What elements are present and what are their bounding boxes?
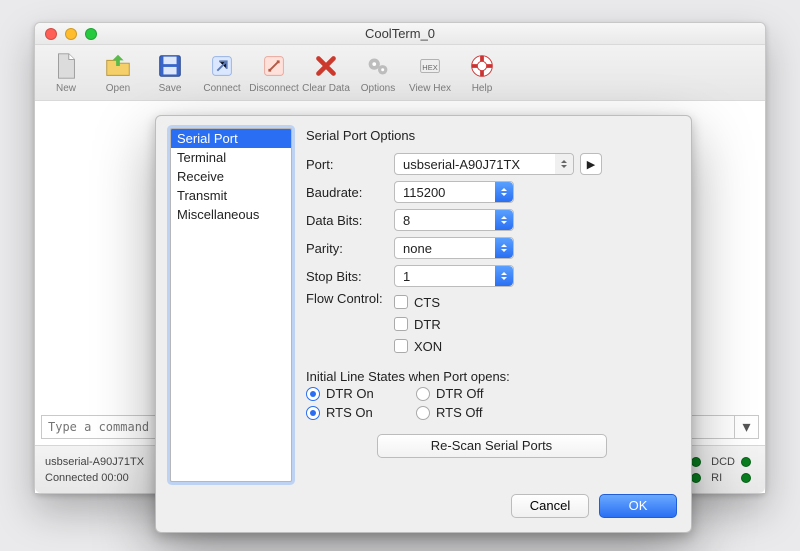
toolbar-label: Disconnect [249,83,299,94]
toolbar-clear-data[interactable]: Clear Data [301,49,351,94]
toolbar-label: Clear Data [301,83,351,94]
line-states-heading: Initial Line States when Port opens: [306,369,677,384]
stopbits-label: Stop Bits: [306,269,394,284]
led-dtr [691,457,701,467]
category-transmit[interactable]: Transmit [171,186,291,205]
led-label: RI [711,472,735,484]
category-miscellaneous[interactable]: Miscellaneous [171,205,291,224]
led-label: DCD [711,456,735,468]
dtr-on-radio[interactable]: DTR On [306,386,416,401]
lifebuoy-icon [457,49,507,83]
options-category-list[interactable]: Serial Port Terminal Receive Transmit Mi… [170,128,292,482]
databits-select[interactable]: 8 [394,209,514,231]
toolbar-label: Options [353,83,403,94]
radio-icon [306,387,320,401]
gears-icon [353,49,403,83]
updown-icon [495,182,513,202]
stopbits-select[interactable]: 1 [394,265,514,287]
updown-icon [495,238,513,258]
triangle-right-icon: ▶ [587,158,595,171]
hex-icon: HEX [405,49,455,83]
svg-text:HEX: HEX [422,63,437,72]
folder-open-icon [93,49,143,83]
cancel-button[interactable]: Cancel [511,494,589,518]
toolbar-connect[interactable]: Connect [197,49,247,94]
titlebar: CoolTerm_0 [35,23,765,45]
port-select[interactable]: usbserial-A90J71TX [394,153,574,175]
toolbar-view-hex[interactable]: HEX View Hex [405,49,455,94]
flow-dtr-checkbox[interactable]: DTR [394,313,442,335]
rts-off-radio[interactable]: RTS Off [416,405,526,420]
parity-label: Parity: [306,241,394,256]
radio-icon [416,406,430,420]
baudrate-label: Baudrate: [306,185,394,200]
toolbar-label: View Hex [405,83,455,94]
toolbar-save[interactable]: Save [145,49,195,94]
checkbox-icon [394,317,408,331]
category-receive[interactable]: Receive [171,167,291,186]
flow-cts-checkbox[interactable]: CTS [394,291,442,313]
flow-xon-checkbox[interactable]: XON [394,335,442,357]
toolbar-label: Help [457,83,507,94]
chevron-down-icon: ▾ [742,417,750,437]
rts-on-radio[interactable]: RTS On [306,405,416,420]
plug-connect-icon [197,49,247,83]
updown-icon [555,154,573,174]
command-history-button[interactable]: ▾ [734,416,758,438]
toolbar-label: Open [93,83,143,94]
status-connection: Connected 00:00 [45,470,144,486]
options-dialog: Serial Port Terminal Receive Transmit Mi… [155,115,692,533]
flowcontrol-label: Flow Control: [306,291,394,306]
document-icon [41,49,91,83]
toolbar-label: Connect [197,83,247,94]
ok-button[interactable]: OK [599,494,677,518]
radio-icon [306,406,320,420]
window-title: CoolTerm_0 [35,26,765,41]
toolbar-new[interactable]: New [41,49,91,94]
status-port: usbserial-A90J71TX [45,454,144,470]
databits-label: Data Bits: [306,213,394,228]
rescan-button[interactable]: Re-Scan Serial Ports [377,434,607,458]
toolbar-open[interactable]: Open [93,49,143,94]
toolbar-label: Save [145,83,195,94]
checkbox-icon [394,339,408,353]
updown-icon [495,210,513,230]
toolbar-help[interactable]: Help [457,49,507,94]
updown-icon [495,266,513,286]
baudrate-select[interactable]: 115200 [394,181,514,203]
led-dsr [691,473,701,483]
radio-icon [416,387,430,401]
port-extra-button[interactable]: ▶ [580,153,602,175]
toolbar-disconnect[interactable]: Disconnect [249,49,299,94]
panel-title: Serial Port Options [306,128,677,143]
category-serial-port[interactable]: Serial Port [171,129,291,148]
category-terminal[interactable]: Terminal [171,148,291,167]
toolbar-options[interactable]: Options [353,49,403,94]
parity-select[interactable]: none [394,237,514,259]
led-dcd [741,457,751,467]
port-label: Port: [306,157,394,172]
led-ri [741,473,751,483]
checkbox-icon [394,295,408,309]
dtr-off-radio[interactable]: DTR Off [416,386,526,401]
serial-port-panel: Serial Port Options Port: usbserial-A90J… [306,128,677,482]
toolbar-label: New [41,83,91,94]
plug-disconnect-icon [249,49,299,83]
x-icon [301,49,351,83]
toolbar: New Open Save Connect Disconnect [35,45,765,101]
floppy-icon [145,49,195,83]
